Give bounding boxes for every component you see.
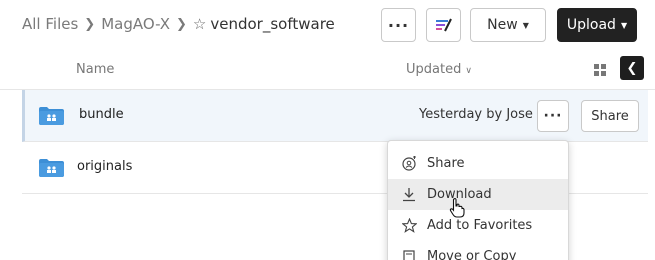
row-share-label: Share — [591, 108, 629, 124]
grid-view-icon[interactable] — [594, 64, 606, 76]
row-options-menu: Share Download Add to Favorites Move or … — [387, 140, 569, 260]
share-person-icon — [401, 156, 417, 171]
table-row[interactable]: bundle Yesterday by Jose ··· Share — [22, 90, 648, 142]
caret-down-icon: ▼ — [620, 20, 628, 30]
column-updated-label: Updated — [406, 62, 462, 77]
caret-down-icon: ▼ — [522, 20, 529, 30]
upload-button-label: Upload — [566, 17, 616, 33]
chevron-left-icon: ❮ — [626, 60, 638, 76]
star-icon — [401, 218, 417, 233]
menu-item-share[interactable]: Share — [388, 148, 568, 179]
collapse-sidebar-button[interactable]: ❮ — [620, 56, 644, 80]
folder-name[interactable]: originals — [77, 159, 132, 174]
menu-item-label: Share — [427, 156, 465, 171]
column-name-header[interactable]: Name — [76, 62, 114, 77]
row-share-button[interactable]: Share — [581, 100, 639, 132]
new-button[interactable]: New ▼ — [470, 8, 546, 42]
sort-chevron-down-icon: ∨ — [465, 66, 472, 76]
star-outline-icon[interactable]: ☆ — [193, 15, 206, 33]
move-icon — [401, 249, 417, 260]
menu-item-download[interactable]: Download — [388, 179, 568, 210]
folder-name[interactable]: bundle — [79, 107, 124, 122]
breadcrumb-magao-x[interactable]: MagAO-X — [101, 15, 170, 33]
more-options-button[interactable]: ··· — [381, 8, 416, 42]
folder-shared-icon — [39, 159, 64, 177]
updated-info: Yesterday by Jose — [419, 107, 533, 122]
column-header: Name Updated ∨ ❮ — [0, 50, 655, 90]
folder-shared-icon — [39, 107, 64, 125]
row-more-label: ··· — [543, 108, 563, 124]
row-more-options-button[interactable]: ··· — [537, 100, 569, 132]
notes-edit-icon — [435, 18, 452, 32]
chevron-right-icon: ❯ — [84, 16, 96, 32]
upload-button[interactable]: Upload ▼ — [557, 8, 637, 42]
hand-pointer-cursor-icon — [449, 198, 465, 218]
chevron-right-icon: ❯ — [176, 16, 187, 32]
menu-item-label: Add to Favorites — [427, 218, 533, 233]
box-notes-button[interactable] — [426, 8, 461, 42]
menu-item-add-to-favorites[interactable]: Add to Favorites — [388, 210, 568, 241]
download-icon — [401, 187, 417, 202]
breadcrumb: All Files ❯ MagAO-X ❯ ☆ vendor_software — [22, 14, 335, 34]
menu-item-move-or-copy[interactable]: Move or Copy — [388, 241, 568, 260]
new-button-label: New — [487, 17, 518, 33]
breadcrumb-all-files[interactable]: All Files — [22, 15, 78, 33]
more-options-label: ··· — [387, 15, 410, 35]
column-updated-header[interactable]: Updated ∨ — [406, 62, 472, 77]
menu-item-label: Move or Copy — [427, 249, 517, 260]
breadcrumb-current-folder: vendor_software — [210, 15, 335, 33]
